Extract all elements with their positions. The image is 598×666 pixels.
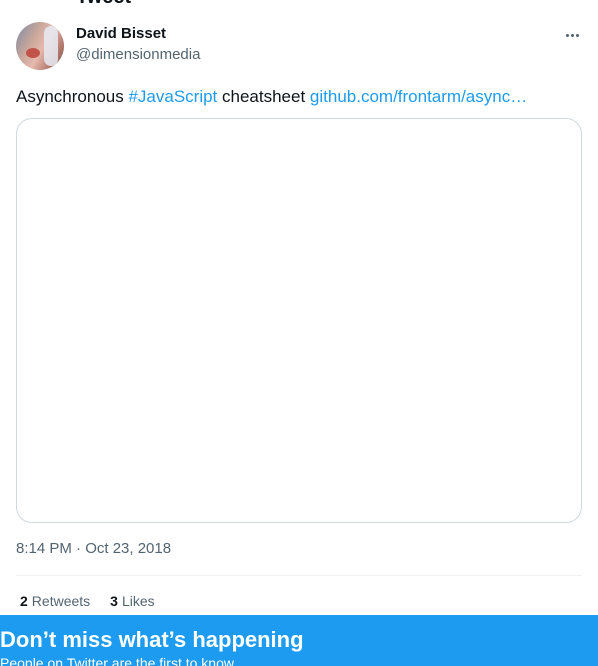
likes-stat[interactable]: 3 Likes	[110, 593, 154, 609]
avatar[interactable]	[16, 22, 64, 70]
more-options-button[interactable]	[560, 24, 584, 46]
more-horizontal-icon	[565, 33, 569, 37]
retweets-label: Retweets	[31, 593, 91, 609]
retweets-stat[interactable]: 2 Retweets	[20, 593, 90, 609]
banner-subtitle: People on Twitter are the first to know.	[0, 655, 238, 666]
tweet-timestamp[interactable]: 8:14 PM · Oct 23, 2018	[16, 540, 171, 557]
page-title: Tweet	[76, 0, 131, 9]
author-handle[interactable]: @dimensionmedia	[76, 46, 200, 63]
media-card[interactable]	[16, 118, 582, 523]
author-name[interactable]: David Bisset	[76, 25, 166, 42]
retweets-count: 2	[20, 593, 28, 609]
likes-count: 3	[110, 593, 118, 609]
tweet-text-part: cheatsheet	[217, 87, 310, 106]
more-horizontal-icon	[575, 33, 579, 37]
signup-banner: Don’t miss what’s happening People on Tw…	[0, 615, 598, 666]
tweet-text-part: Asynchronous	[16, 87, 129, 106]
divider	[16, 575, 582, 576]
avatar-detail	[26, 48, 40, 58]
more-horizontal-icon	[570, 33, 574, 37]
tweet-text: Asynchronous #JavaScript cheatsheet gith…	[16, 86, 582, 108]
tweet-stats: 2 Retweets 3 Likes	[20, 593, 155, 609]
avatar-highlight	[44, 26, 58, 66]
banner-title: Don’t miss what’s happening	[0, 627, 304, 652]
hashtag-link[interactable]: #JavaScript	[128, 87, 217, 106]
likes-label: Likes	[121, 593, 155, 609]
url-link[interactable]: github.com/frontarm/async…	[310, 87, 527, 106]
